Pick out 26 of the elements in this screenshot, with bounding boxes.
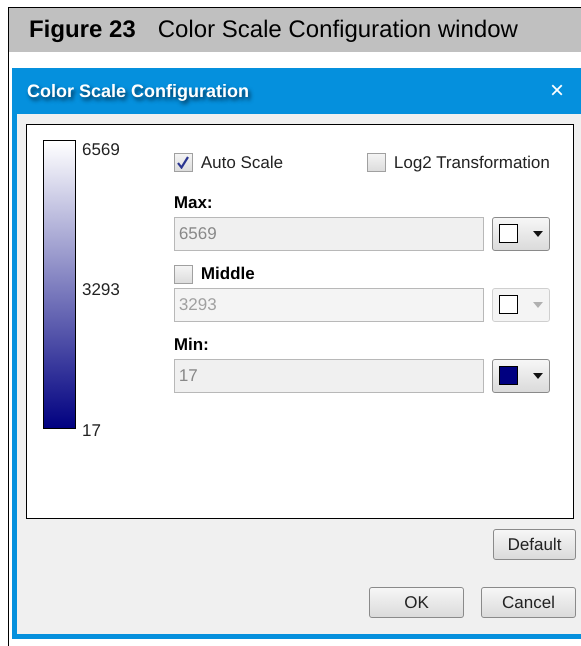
value-field[interactable]: 6569 xyxy=(174,216,484,250)
figure-title: Color Scale Configuration window xyxy=(158,15,518,45)
color-picker-button[interactable] xyxy=(492,288,550,322)
window-title: Color Scale Configuration xyxy=(27,80,250,103)
ok-button[interactable]: OK xyxy=(369,587,464,618)
checkbox-label: Log2 Transformation xyxy=(394,152,550,174)
scale-label: 17 xyxy=(82,420,102,442)
color-picker-button[interactable] xyxy=(492,216,550,250)
figure-number: Figure 23 xyxy=(29,15,136,45)
field-label: Middle xyxy=(200,263,255,286)
scale-label: 6569 xyxy=(82,139,120,161)
field-label: Max: xyxy=(174,192,213,214)
default-button[interactable]: Default xyxy=(493,529,576,560)
checkbox-label: Auto Scale xyxy=(200,152,284,174)
field-label: Min: xyxy=(174,334,209,356)
caret-icon xyxy=(532,230,543,236)
caret-icon xyxy=(532,372,543,378)
caret-icon xyxy=(532,302,543,308)
checkbox[interactable] xyxy=(174,153,193,172)
cancel-button[interactable]: Cancel xyxy=(481,587,576,618)
close-button[interactable]: × xyxy=(550,79,564,103)
color-picker-button[interactable] xyxy=(492,358,550,392)
checkbox[interactable] xyxy=(366,153,386,172)
scale-label: 3293 xyxy=(82,279,120,302)
checkmark-icon xyxy=(177,156,190,170)
value-field[interactable]: 17 xyxy=(174,358,484,392)
